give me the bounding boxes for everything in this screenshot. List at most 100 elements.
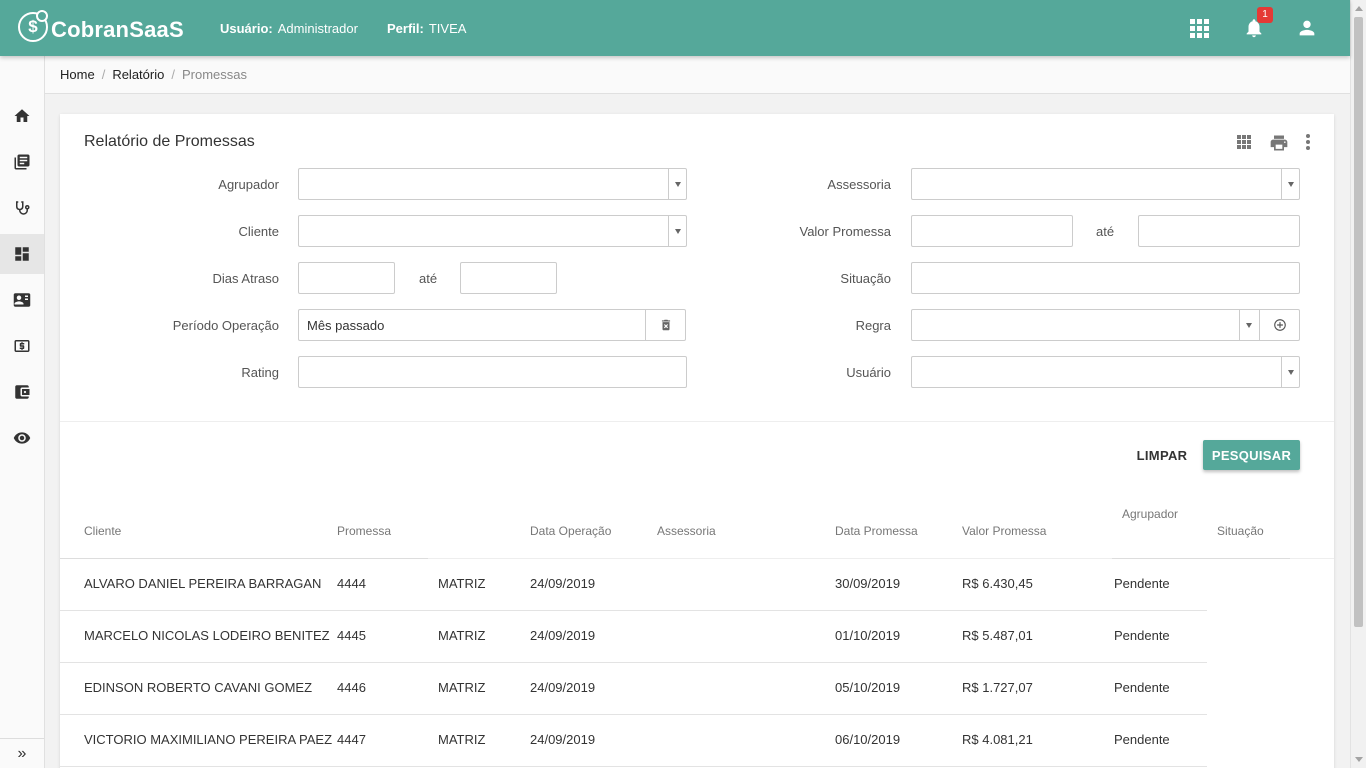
regra-select[interactable] <box>911 309 1300 341</box>
periodo-operacao-input[interactable]: Mês passado <box>298 309 686 341</box>
cell-valor: R$ 1.727,07 <box>962 680 1033 695</box>
valor-promessa-ate-label: até <box>1096 224 1115 239</box>
col-header-data-operacao[interactable]: Data Operação <box>530 524 611 538</box>
dias-atraso-label: Dias Atraso <box>212 271 279 286</box>
perfil-label: Perfil: <box>387 21 424 36</box>
double-chevron-right-icon: » <box>17 744 27 762</box>
page-title: Relatório de Promessas <box>84 133 255 150</box>
logo-coin-icon: $ <box>18 10 48 42</box>
sidebar-item-home[interactable] <box>0 96 44 136</box>
clear-periodo-button[interactable] <box>645 310 685 340</box>
cell-filial: MATRIZ <box>438 680 486 695</box>
periodo-operacao-label: Período Operação <box>172 318 279 333</box>
assessoria-select[interactable] <box>911 168 1300 200</box>
cell-valor: R$ 6.430,45 <box>962 576 1033 591</box>
agrupador-label: Agrupador <box>218 177 279 192</box>
cell-data-operacao: 24/09/2019 <box>530 628 596 643</box>
columns-grid-icon[interactable] <box>1237 135 1251 149</box>
breadcrumb-separator: / <box>101 67 106 82</box>
header-underline <box>428 558 1112 559</box>
rating-input[interactable] <box>298 356 687 388</box>
cell-cliente: MARCELO NICOLAS LODEIRO BENITEZ <box>84 628 330 643</box>
cell-promessa: 4447 <box>337 732 366 747</box>
book-icon <box>14 154 30 170</box>
apps-grid-icon[interactable] <box>1190 19 1209 38</box>
scroll-down-arrow-icon[interactable] <box>1355 757 1363 762</box>
col-header-valor-promessa[interactable]: Valor Promessa <box>962 524 1046 538</box>
col-header-agrupador[interactable]: Agrupador <box>1122 507 1178 521</box>
add-regra-button[interactable] <box>1259 310 1299 340</box>
sidebar: » <box>0 56 45 768</box>
chevron-down-icon[interactable] <box>1281 357 1299 387</box>
cell-filial: MATRIZ <box>438 732 486 747</box>
perfil-info: Perfil: TIVEA <box>387 21 466 36</box>
cell-promessa: 4444 <box>337 576 366 591</box>
stethoscope-icon <box>16 201 30 215</box>
more-options-icon[interactable] <box>1304 133 1312 151</box>
report-card: Relatório de Promessas Agrupador Cliente… <box>60 114 1334 768</box>
cell-filial: MATRIZ <box>438 628 486 643</box>
scroll-thumb[interactable] <box>1354 17 1363 627</box>
cliente-select[interactable] <box>298 215 687 247</box>
breadcrumb-home[interactable]: Home <box>60 67 95 82</box>
sidebar-item-health[interactable] <box>0 188 44 228</box>
rating-label: Rating <box>241 365 279 380</box>
dias-atraso-ate-label: até <box>419 271 438 286</box>
cliente-label: Cliente <box>238 224 279 239</box>
situacao-input[interactable] <box>911 262 1300 294</box>
sidebar-item-dashboard[interactable] <box>0 234 44 274</box>
row-divider <box>60 662 1207 663</box>
valor-promessa-max-input[interactable] <box>1138 215 1300 247</box>
print-icon[interactable] <box>1269 133 1289 153</box>
dias-atraso-max-input[interactable] <box>460 262 557 294</box>
sidebar-item-wallet[interactable] <box>0 372 44 412</box>
periodo-operacao-value: Mês passado <box>307 317 385 333</box>
dias-atraso-min-input[interactable] <box>298 262 395 294</box>
dashboard-icon <box>15 247 29 261</box>
header-underline <box>1112 558 1290 559</box>
col-header-promessa[interactable]: Promessa <box>337 524 391 538</box>
col-header-assessoria[interactable]: Assessoria <box>657 524 716 538</box>
sidebar-item-finance[interactable] <box>0 326 44 366</box>
col-header-situacao[interactable]: Situação <box>1217 524 1264 538</box>
col-header-cliente[interactable]: Cliente <box>84 524 121 538</box>
cell-valor: R$ 4.081,21 <box>962 732 1033 747</box>
trash-icon <box>661 319 670 331</box>
chevron-down-icon[interactable] <box>668 169 686 199</box>
valor-promessa-label: Valor Promessa <box>799 224 891 239</box>
breadcrumb-relatorio[interactable]: Relatório <box>112 67 164 82</box>
top-bar: $ CobranSaaS Usuário: Administrador Perfi… <box>0 0 1350 56</box>
filters-divider <box>60 421 1334 422</box>
app-logo[interactable]: $ CobranSaaS <box>18 10 184 43</box>
valor-promessa-min-input[interactable] <box>911 215 1073 247</box>
scroll-up-arrow-icon[interactable] <box>1355 6 1363 11</box>
cell-situacao: Pendente <box>1114 628 1170 643</box>
chevron-down-icon[interactable] <box>1281 169 1299 199</box>
breadcrumb: Home / Relatório / Promessas <box>45 56 1350 94</box>
chevron-down-icon[interactable] <box>668 216 686 246</box>
cell-filial: MATRIZ <box>438 576 486 591</box>
col-header-data-promessa[interactable]: Data Promessa <box>835 524 918 538</box>
expand-sidebar-button[interactable]: » <box>0 738 44 768</box>
regra-label: Regra <box>855 318 891 333</box>
limpar-button[interactable]: LIMPAR <box>1132 440 1192 470</box>
cell-data-promessa: 06/10/2019 <box>835 732 901 747</box>
user-info: Usuário: Administrador <box>220 21 358 36</box>
sidebar-item-library[interactable] <box>0 142 44 182</box>
sidebar-item-contacts[interactable] <box>0 280 44 320</box>
breadcrumb-promessas: Promessas <box>181 67 247 82</box>
breadcrumb-separator: / <box>171 67 175 82</box>
user-account-icon[interactable] <box>1296 17 1318 39</box>
cell-data-operacao: 24/09/2019 <box>530 576 596 591</box>
page-scrollbar[interactable] <box>1350 0 1366 768</box>
usuario-select[interactable] <box>911 356 1300 388</box>
agrupador-select[interactable] <box>298 168 687 200</box>
sidebar-item-monitor[interactable] <box>0 418 44 458</box>
notification-badge: 1 <box>1257 7 1273 23</box>
cell-cliente: VICTORIO MAXIMILIANO PEREIRA PAEZ <box>84 732 333 747</box>
cell-promessa: 4446 <box>337 680 366 695</box>
cell-data-promessa: 30/09/2019 <box>835 576 901 591</box>
header-underline <box>60 558 428 559</box>
pesquisar-button[interactable]: PESQUISAR <box>1203 440 1300 470</box>
chevron-down-icon[interactable] <box>1239 310 1257 340</box>
